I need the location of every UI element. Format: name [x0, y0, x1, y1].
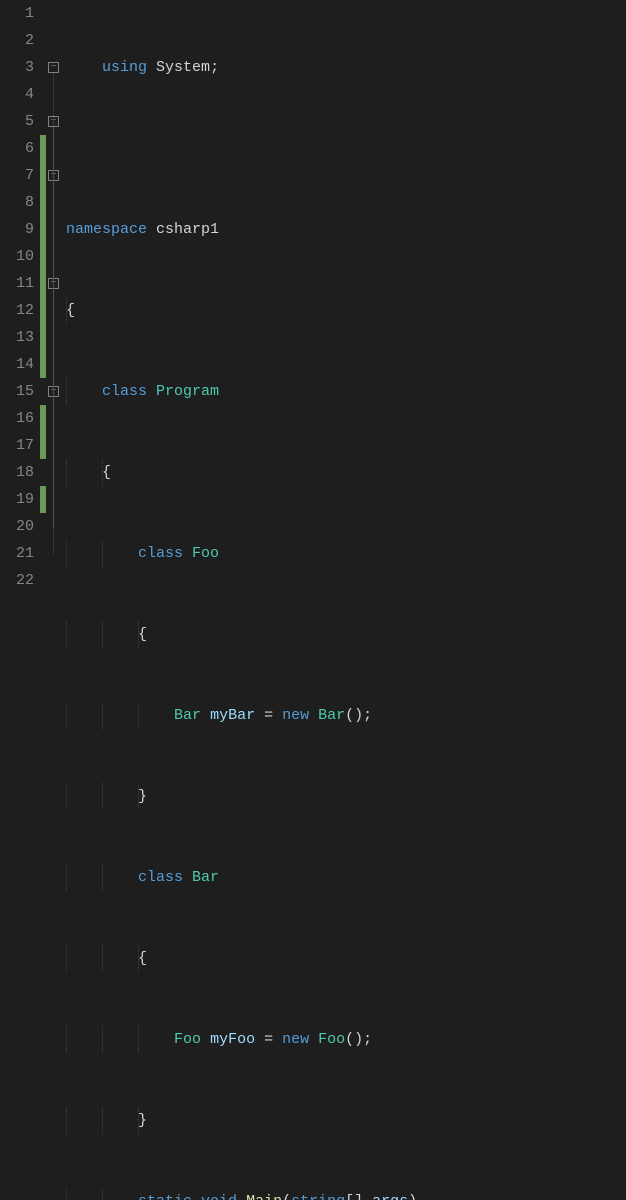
line-number: 11 — [0, 270, 34, 297]
parameter: args — [372, 1193, 408, 1200]
punctuation: ( — [282, 1193, 291, 1200]
brace: { — [66, 302, 75, 319]
keyword: class — [138, 869, 183, 886]
code-line: { — [66, 945, 417, 972]
line-number: 19 — [0, 486, 34, 513]
code-line: static void Main(string[] args) — [66, 1188, 417, 1200]
fold-column — [46, 0, 66, 1200]
code-line: class Program — [66, 378, 417, 405]
code-line: } — [66, 1107, 417, 1134]
line-number: 16 — [0, 405, 34, 432]
keyword: new — [282, 1031, 309, 1048]
operator: = — [264, 1031, 273, 1048]
brace: { — [138, 950, 147, 967]
code-line: { — [66, 459, 417, 486]
code-line: } — [66, 783, 417, 810]
line-number: 6 — [0, 135, 34, 162]
keyword: namespace — [66, 221, 147, 238]
punctuation: (); — [345, 707, 372, 724]
identifier: csharp1 — [156, 221, 219, 238]
line-number: 21 — [0, 540, 34, 567]
type-name: Foo — [318, 1031, 345, 1048]
code-line: { — [66, 297, 417, 324]
type-name: Bar — [192, 869, 219, 886]
code-line: Foo myFoo = new Foo(); — [66, 1026, 417, 1053]
line-number: 1 — [0, 0, 34, 27]
line-number: 22 — [0, 567, 34, 594]
keyword: using — [102, 59, 147, 76]
keyword: new — [282, 707, 309, 724]
code-editor[interactable]: 12345678910111213141516171819202122 usin… — [0, 0, 626, 1200]
type-name: Foo — [174, 1031, 201, 1048]
variable: myFoo — [210, 1031, 255, 1048]
line-number: 10 — [0, 243, 34, 270]
line-number: 3 — [0, 54, 34, 81]
line-number: 15 — [0, 378, 34, 405]
type-name: Program — [156, 383, 219, 400]
type-name: Bar — [174, 707, 201, 724]
brace: } — [138, 1112, 147, 1129]
brace: { — [102, 464, 111, 481]
operator: = — [264, 707, 273, 724]
brace: { — [138, 626, 147, 643]
line-number-gutter: 12345678910111213141516171819202122 — [0, 0, 40, 1200]
line-number: 13 — [0, 324, 34, 351]
identifier: System — [156, 59, 210, 76]
fold-toggle-icon[interactable] — [48, 62, 59, 73]
code-line: namespace csharp1 — [66, 216, 417, 243]
code-line — [66, 135, 417, 162]
method-name: Main — [246, 1193, 282, 1200]
code-line: Bar myBar = new Bar(); — [66, 702, 417, 729]
line-number: 2 — [0, 27, 34, 54]
line-number: 9 — [0, 216, 34, 243]
keyword: class — [138, 545, 183, 562]
line-number: 20 — [0, 513, 34, 540]
punctuation: [] — [345, 1193, 363, 1200]
line-number: 5 — [0, 108, 34, 135]
keyword: class — [102, 383, 147, 400]
line-number: 7 — [0, 162, 34, 189]
code-line: using System; — [66, 54, 417, 81]
keyword: void — [201, 1193, 237, 1200]
line-number: 18 — [0, 459, 34, 486]
punctuation: (); — [345, 1031, 372, 1048]
code-area[interactable]: using System; namespace csharp1 { class … — [66, 0, 417, 1200]
keyword: string — [291, 1193, 345, 1200]
brace: } — [138, 788, 147, 805]
variable: myBar — [210, 707, 255, 724]
line-number: 14 — [0, 351, 34, 378]
line-number: 8 — [0, 189, 34, 216]
type-name: Bar — [318, 707, 345, 724]
line-number: 12 — [0, 297, 34, 324]
code-line: class Bar — [66, 864, 417, 891]
keyword: static — [138, 1193, 192, 1200]
code-line: { — [66, 621, 417, 648]
code-line: class Foo — [66, 540, 417, 567]
punctuation: ; — [210, 59, 219, 76]
type-name: Foo — [192, 545, 219, 562]
line-number: 4 — [0, 81, 34, 108]
punctuation: ) — [408, 1193, 417, 1200]
line-number: 17 — [0, 432, 34, 459]
